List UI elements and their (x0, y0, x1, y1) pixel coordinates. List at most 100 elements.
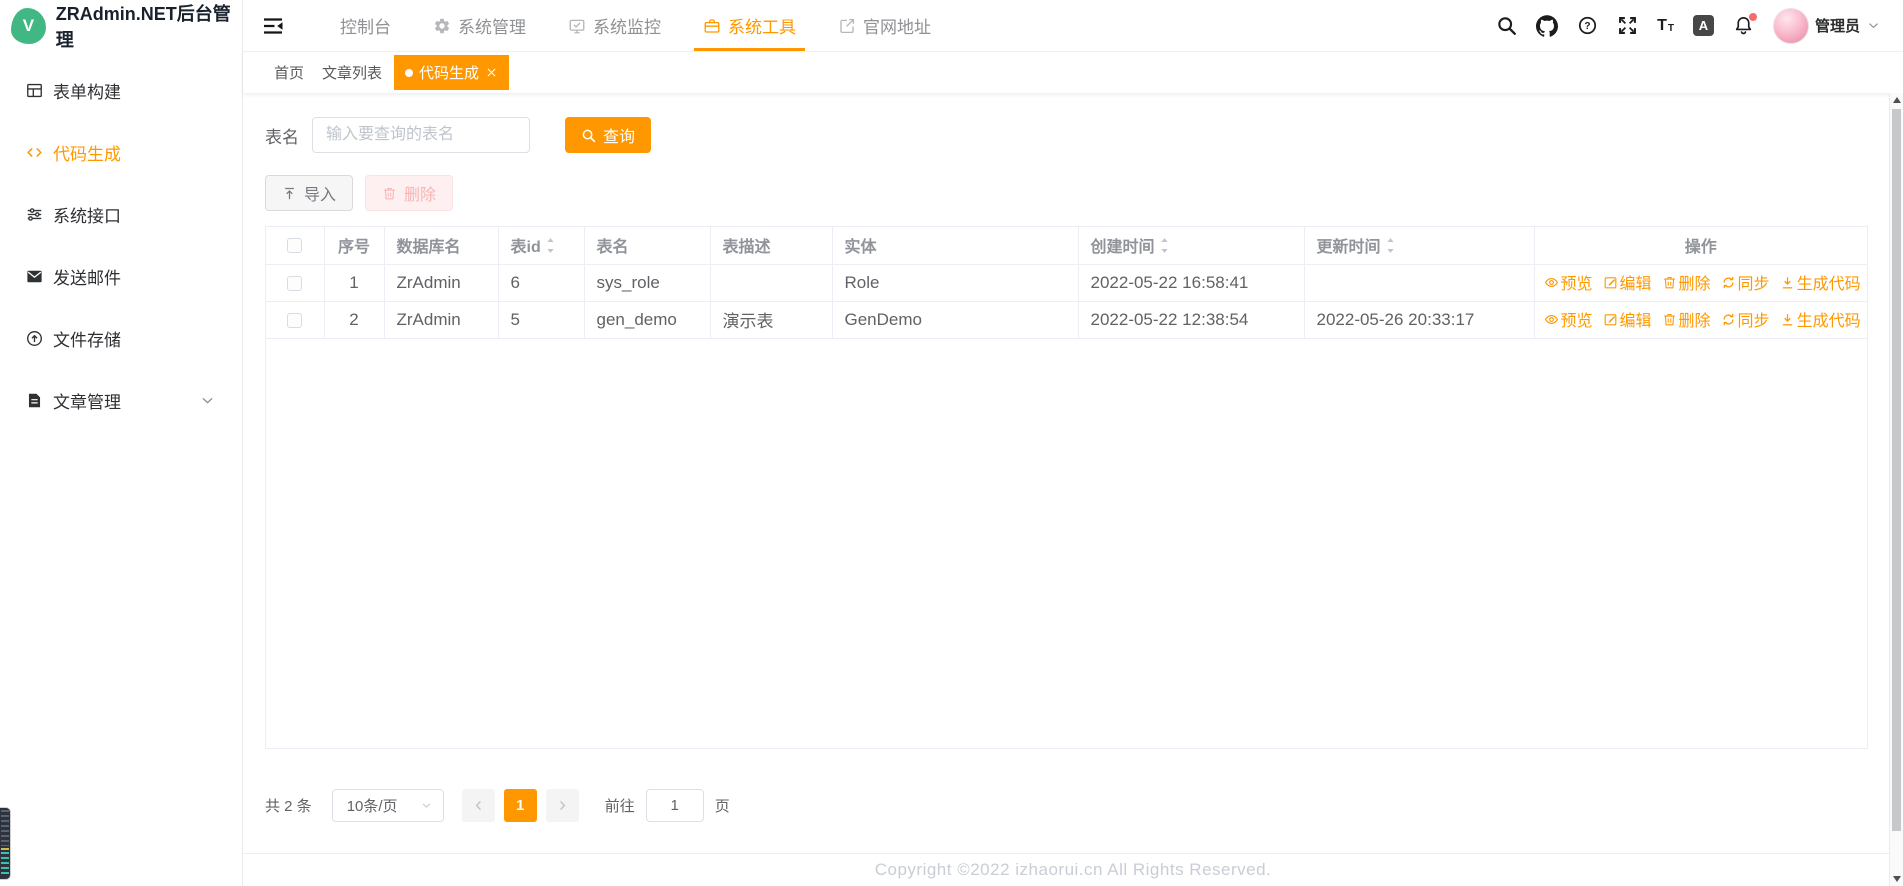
page-number-button[interactable]: 1 (503, 789, 537, 822)
table-name-input[interactable] (312, 117, 530, 153)
page-size-select[interactable]: 10条/页 (331, 789, 444, 822)
cell-updated-at (1304, 264, 1535, 302)
row-checkbox[interactable] (287, 275, 303, 291)
help-glyph: ? (1585, 21, 1591, 32)
sidebar-item-label: 表单构建 (53, 82, 121, 102)
trash-icon (382, 186, 397, 201)
sidebar-item-label: 代码生成 (53, 144, 121, 164)
col-updated-at[interactable]: 更新时间 (1304, 227, 1535, 265)
sort-icon[interactable] (545, 236, 556, 255)
sort-icon[interactable] (1159, 236, 1170, 255)
import-button[interactable]: 导入 (265, 175, 354, 211)
sidebar-item-code-generation[interactable]: 代码生成 (0, 121, 242, 183)
cell-table-name: gen_demo (584, 301, 711, 339)
sidebar-item-article-management[interactable]: 文章管理 (0, 369, 242, 431)
sync-link[interactable]: 同步 (1721, 307, 1770, 331)
preview-link[interactable]: 预览 (1544, 270, 1593, 294)
close-icon[interactable] (485, 66, 498, 79)
row-checkbox[interactable] (287, 312, 303, 328)
nav-item-official-site[interactable]: 官网地址 (817, 0, 952, 51)
gear-icon (433, 17, 451, 35)
notification-bell-icon[interactable] (1733, 13, 1757, 36)
form-grid-icon (25, 81, 44, 100)
logo-icon: V (11, 7, 46, 44)
sidebar-item-label: 系统接口 (53, 206, 121, 226)
document-icon (25, 391, 44, 410)
nav-item-console[interactable]: 控制台 (319, 0, 412, 51)
fullscreen-icon[interactable] (1617, 15, 1638, 36)
chevron-down-icon (1866, 18, 1881, 33)
active-dot-icon (405, 68, 414, 77)
nav-item-system-management[interactable]: 系统管理 (412, 0, 547, 51)
widget-stripes (1, 810, 9, 846)
sidebar-item-form-builder[interactable]: 表单构建 (0, 59, 242, 121)
sidebar-item-send-mail[interactable]: 发送邮件 (0, 245, 242, 307)
select-all-checkbox[interactable] (287, 237, 303, 253)
tab-article-list[interactable]: 文章列表 (316, 56, 388, 89)
font-size-glyph-small: T (1667, 22, 1674, 34)
table-name-label: 表名 (265, 127, 299, 147)
search-icon (581, 128, 596, 143)
col-actions: 操作 (1534, 227, 1867, 265)
search-form: 表名 查询 (265, 117, 1868, 153)
query-button[interactable]: 查询 (565, 117, 652, 153)
app-title: ZRAdmin.NET后台管理 (55, 3, 231, 50)
next-page-button[interactable] (545, 789, 579, 822)
nav-item-system-tools[interactable]: 系统工具 (682, 0, 817, 51)
sidebar-item-label: 文章管理 (53, 392, 121, 412)
scroll-down-arrow[interactable] (1892, 876, 1901, 882)
preview-link[interactable]: 预览 (1544, 307, 1593, 331)
sidebar-item-file-storage[interactable]: 文件存储 (0, 307, 242, 369)
scroll-up-arrow[interactable] (1892, 97, 1901, 103)
search-icon[interactable] (1496, 15, 1517, 36)
font-size-icon[interactable]: TT (1657, 17, 1674, 34)
sidebar-item-label: 文件存储 (53, 330, 121, 350)
github-icon[interactable] (1536, 15, 1558, 37)
select-all-header[interactable] (266, 227, 325, 265)
delete-link[interactable]: 删除 (1662, 270, 1711, 294)
total-count: 共 2 条 (265, 798, 312, 815)
tab-code-generation[interactable]: 代码生成 (394, 55, 510, 90)
copyright-text: Copyright ©2022 izhaorui.cn All Rights R… (874, 860, 1272, 879)
sidebar-item-system-api[interactable]: 系统接口 (0, 183, 242, 245)
col-created-at[interactable]: 创建时间 (1078, 227, 1305, 265)
scrollbar-thumb[interactable] (1892, 109, 1901, 831)
edit-icon (1603, 312, 1618, 327)
edit-link[interactable]: 编辑 (1603, 270, 1652, 294)
copyright-footer: Copyright ©2022 izhaorui.cn All Rights R… (243, 853, 1903, 886)
help-icon[interactable]: ? (1577, 15, 1598, 36)
tab-home[interactable]: 首页 (268, 56, 310, 89)
generate-code-link[interactable]: 生成代码 (1780, 307, 1861, 331)
generate-code-link[interactable]: 生成代码 (1780, 270, 1861, 294)
prev-page-button[interactable] (461, 789, 495, 822)
trash-icon (1662, 275, 1677, 290)
chevron-down-icon (199, 392, 216, 409)
goto-page-input[interactable] (645, 789, 704, 822)
col-table-id[interactable]: 表id (498, 227, 585, 265)
sliders-icon (25, 205, 44, 224)
language-icon[interactable]: A (1692, 15, 1714, 36)
user-menu[interactable]: 管理员 (1772, 7, 1881, 44)
nav-item-system-monitor[interactable]: 系统监控 (547, 0, 682, 51)
cell-updated-at: 2022-05-26 20:33:17 (1304, 301, 1535, 339)
nav-item-label: 系统管理 (458, 18, 526, 37)
chevron-left-icon (471, 798, 486, 813)
col-table-name: 表名 (584, 227, 711, 265)
delete-button-label: 删除 (404, 187, 437, 204)
col-db-name: 数据库名 (384, 227, 499, 265)
table-row: 2 ZrAdmin 5 gen_demo 演示表 GenDemo 2022-05… (266, 301, 1867, 339)
vertical-scrollbar[interactable] (1889, 93, 1903, 886)
chevron-right-icon (555, 798, 570, 813)
delete-button[interactable]: 删除 (365, 175, 454, 211)
top-navbar: 控制台 系统管理 系统监控 系统工具 官网地址 ? T T A 管理员 (243, 0, 1903, 51)
sync-link[interactable]: 同步 (1721, 270, 1770, 294)
sort-icon[interactable] (1385, 236, 1396, 255)
toolbox-icon (703, 17, 721, 35)
download-icon (1780, 312, 1795, 327)
sidebar-collapse-icon[interactable] (261, 14, 285, 38)
edit-link[interactable]: 编辑 (1603, 307, 1652, 331)
cell-description: 演示表 (710, 301, 833, 339)
app-logo[interactable]: V ZRAdmin.NET后台管理 (0, 0, 242, 51)
delete-link[interactable]: 删除 (1662, 307, 1711, 331)
tab-bar: 首页 文章列表 代码生成 (243, 51, 1903, 93)
